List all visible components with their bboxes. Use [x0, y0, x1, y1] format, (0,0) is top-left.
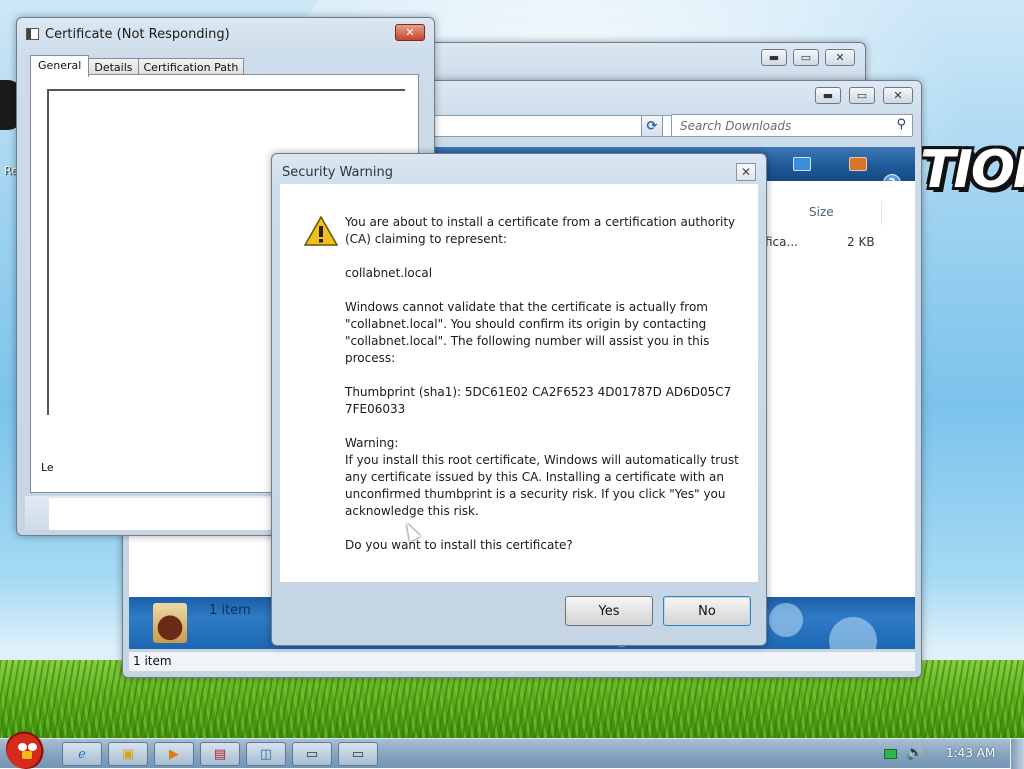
folder-icon[interactable]: ▣ [108, 742, 148, 766]
certificate-window-icon [26, 28, 39, 40]
yes-button[interactable]: Yes [565, 596, 653, 626]
views-icon[interactable] [793, 157, 811, 171]
wallpaper-bubble [829, 617, 877, 649]
start-button[interactable] [6, 729, 46, 769]
search-input[interactable]: Search Downloads ⚲ [671, 114, 913, 137]
subject-name: collabnet.local [345, 266, 433, 280]
toolbox-icon[interactable]: ▤ [200, 742, 240, 766]
maximize-button[interactable]: ▭ [849, 87, 875, 104]
message-text: You are about to install a certificate f… [345, 214, 745, 571]
column-header-size[interactable]: Size [809, 205, 834, 219]
window-thumbnail-icon[interactable]: ▭ [338, 742, 378, 766]
start-orb-eye [28, 743, 37, 751]
no-button[interactable]: No [663, 596, 751, 626]
folder-icon [153, 603, 187, 643]
status-bar: 1 item [129, 651, 915, 671]
start-orb-eye [18, 743, 27, 751]
wallpaper-brand-text: TION [920, 140, 1024, 200]
taskbar: ℯ ▣ ▶ ▤ ◫ ▭ ▭ 🔊 1:43 AM [0, 729, 1024, 769]
clock[interactable]: 1:43 AM [946, 746, 995, 760]
validation-paragraph: Windows cannot validate that the certifi… [345, 300, 710, 365]
tab-strip: General Details Certification Path [30, 55, 245, 77]
dialog-title: Security Warning [282, 165, 393, 180]
tab-general[interactable]: General [30, 55, 90, 77]
install-question: Do you want to install this certificate? [345, 538, 573, 552]
media-player-icon[interactable]: ▶ [154, 742, 194, 766]
close-button[interactable]: ✕ [736, 163, 756, 181]
maximize-button[interactable]: ▭ [793, 49, 819, 66]
internet-explorer-icon[interactable]: ℯ [62, 742, 102, 766]
preview-pane-icon[interactable] [849, 157, 867, 171]
file-size: 2 KB [847, 235, 875, 249]
close-button[interactable]: ✕ [883, 87, 913, 104]
text-fragment: Le [41, 461, 54, 474]
minimize-button[interactable]: ▬ [815, 87, 841, 104]
status-text: 1 item [133, 654, 172, 668]
remote-desktop-icon[interactable]: ◫ [246, 742, 286, 766]
window-thumbnail-icon[interactable]: ▭ [292, 742, 332, 766]
dialog-body: You are about to install a certificate f… [280, 184, 758, 582]
close-button[interactable]: ✕ [395, 24, 425, 41]
close-button[interactable]: ✕ [825, 49, 855, 66]
network-icon[interactable] [884, 749, 897, 759]
file-name[interactable]: fica... [765, 235, 798, 249]
dialog-footer: Yes No [280, 582, 758, 638]
unpainted-region [49, 498, 271, 530]
risk-warning: Warning: If you install this root certif… [345, 436, 739, 518]
wallpaper-bubble [769, 603, 803, 637]
security-warning-dialog[interactable]: Security Warning ✕ You are about to inst… [271, 153, 767, 646]
start-orb-beak [22, 751, 32, 759]
show-desktop-button[interactable] [1010, 739, 1024, 769]
search-icon[interactable]: ⚲ [896, 117, 906, 132]
volume-icon[interactable]: 🔊 [906, 745, 923, 761]
details-item-count: 1 item [209, 603, 251, 618]
warning-icon [304, 216, 338, 246]
refresh-icon[interactable]: ⟳ [641, 115, 663, 137]
search-placeholder: Search Downloads [680, 119, 792, 133]
minimize-button[interactable]: ▬ [761, 49, 787, 66]
thumbprint: Thumbprint (sha1): 5DC61E02 CA2F6523 4D0… [345, 385, 732, 416]
column-divider[interactable] [881, 201, 882, 225]
window-title: Certificate (Not Responding) [45, 27, 230, 42]
intro-paragraph: You are about to install a certificate f… [345, 215, 736, 246]
